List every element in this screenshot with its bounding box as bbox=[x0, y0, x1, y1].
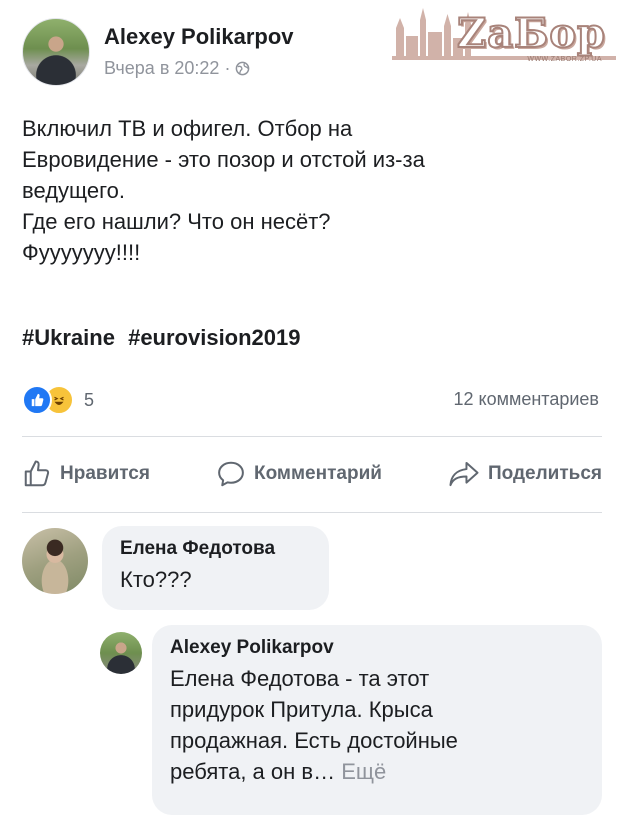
comment-count[interactable]: 12 комментариев bbox=[453, 389, 599, 410]
commenter-avatar[interactable] bbox=[22, 528, 88, 594]
replier-avatar[interactable] bbox=[100, 632, 142, 674]
reply-text-line: придурок Притула. Крыса bbox=[170, 697, 433, 722]
divider bbox=[22, 436, 602, 437]
comment-label: Комментарий bbox=[253, 463, 382, 484]
hashtag-link[interactable]: #Ukraine bbox=[22, 325, 115, 350]
reply-text: Елена Федотова - та этот придурок Притул… bbox=[170, 663, 584, 787]
share-icon bbox=[449, 461, 479, 487]
share-button[interactable]: Поделиться bbox=[448, 459, 602, 489]
reply-text-line: ребята, а он в… Ещё bbox=[170, 756, 584, 787]
commenter-name[interactable]: Елена Федотова bbox=[120, 538, 311, 560]
reply-bubble: Alexey Polikarpov Елена Федотова - та эт… bbox=[152, 625, 602, 815]
divider bbox=[22, 512, 602, 513]
reply bbox=[100, 632, 142, 674]
post-body: Включил ТВ и офигел. Отбор на Евровидени… bbox=[22, 113, 602, 268]
like-icon bbox=[22, 385, 52, 415]
action-bar: Нравится Комментарий Поделиться bbox=[22, 452, 602, 496]
comment-button[interactable]: Комментарий bbox=[216, 459, 382, 489]
watermark-logo: ZaБор WWW.ZABOR.ZP.UA bbox=[392, 6, 616, 68]
reactions-summary[interactable]: 5 bbox=[22, 385, 94, 415]
reply-text-line: Елена Федотова - та этот bbox=[170, 666, 430, 691]
reply-text-truncated: ребята, а он в… bbox=[170, 759, 336, 784]
like-label: Нравится bbox=[60, 463, 150, 484]
globe-icon bbox=[236, 61, 250, 76]
hashtag-link[interactable]: #eurovision2019 bbox=[128, 325, 300, 350]
post-text-line: Евровидение - это позор и отстой из-за bbox=[22, 147, 425, 172]
post-text-line: ведущего. bbox=[22, 178, 126, 203]
thumbs-up-icon bbox=[24, 460, 50, 487]
watermark-url: WWW.ZABOR.ZP.UA bbox=[527, 56, 602, 63]
comment bbox=[22, 528, 88, 594]
hashtags: #Ukraine #eurovision2019 bbox=[22, 325, 308, 351]
post-meta: Вчера в 20:22 · bbox=[104, 58, 250, 79]
author-avatar[interactable] bbox=[22, 18, 90, 86]
meta-separator: · bbox=[224, 58, 231, 78]
replier-name[interactable]: Alexey Polikarpov bbox=[170, 637, 584, 659]
reply-text-line: продажная. Есть достойные bbox=[170, 728, 458, 753]
see-more-link[interactable]: Ещё bbox=[341, 759, 386, 784]
post-text-line: Где его нашли? Что он несёт? bbox=[22, 209, 331, 234]
post-text-line: Фууууууу!!!! bbox=[22, 240, 141, 265]
post-time[interactable]: Вчера в 20:22 bbox=[104, 58, 219, 79]
comment-icon bbox=[218, 461, 244, 487]
comment-bubble: Елена Федотова Кто??? bbox=[102, 526, 329, 610]
author-name[interactable]: Alexey Polikarpov bbox=[104, 24, 294, 50]
comment-text: Кто??? bbox=[120, 567, 192, 592]
share-label: Поделиться bbox=[487, 463, 602, 484]
like-button[interactable]: Нравится bbox=[22, 459, 150, 489]
post-text-line: Включил ТВ и офигел. Отбор на bbox=[22, 116, 353, 141]
watermark-brand: ZaБор bbox=[456, 9, 606, 58]
reaction-count: 5 bbox=[84, 389, 95, 410]
